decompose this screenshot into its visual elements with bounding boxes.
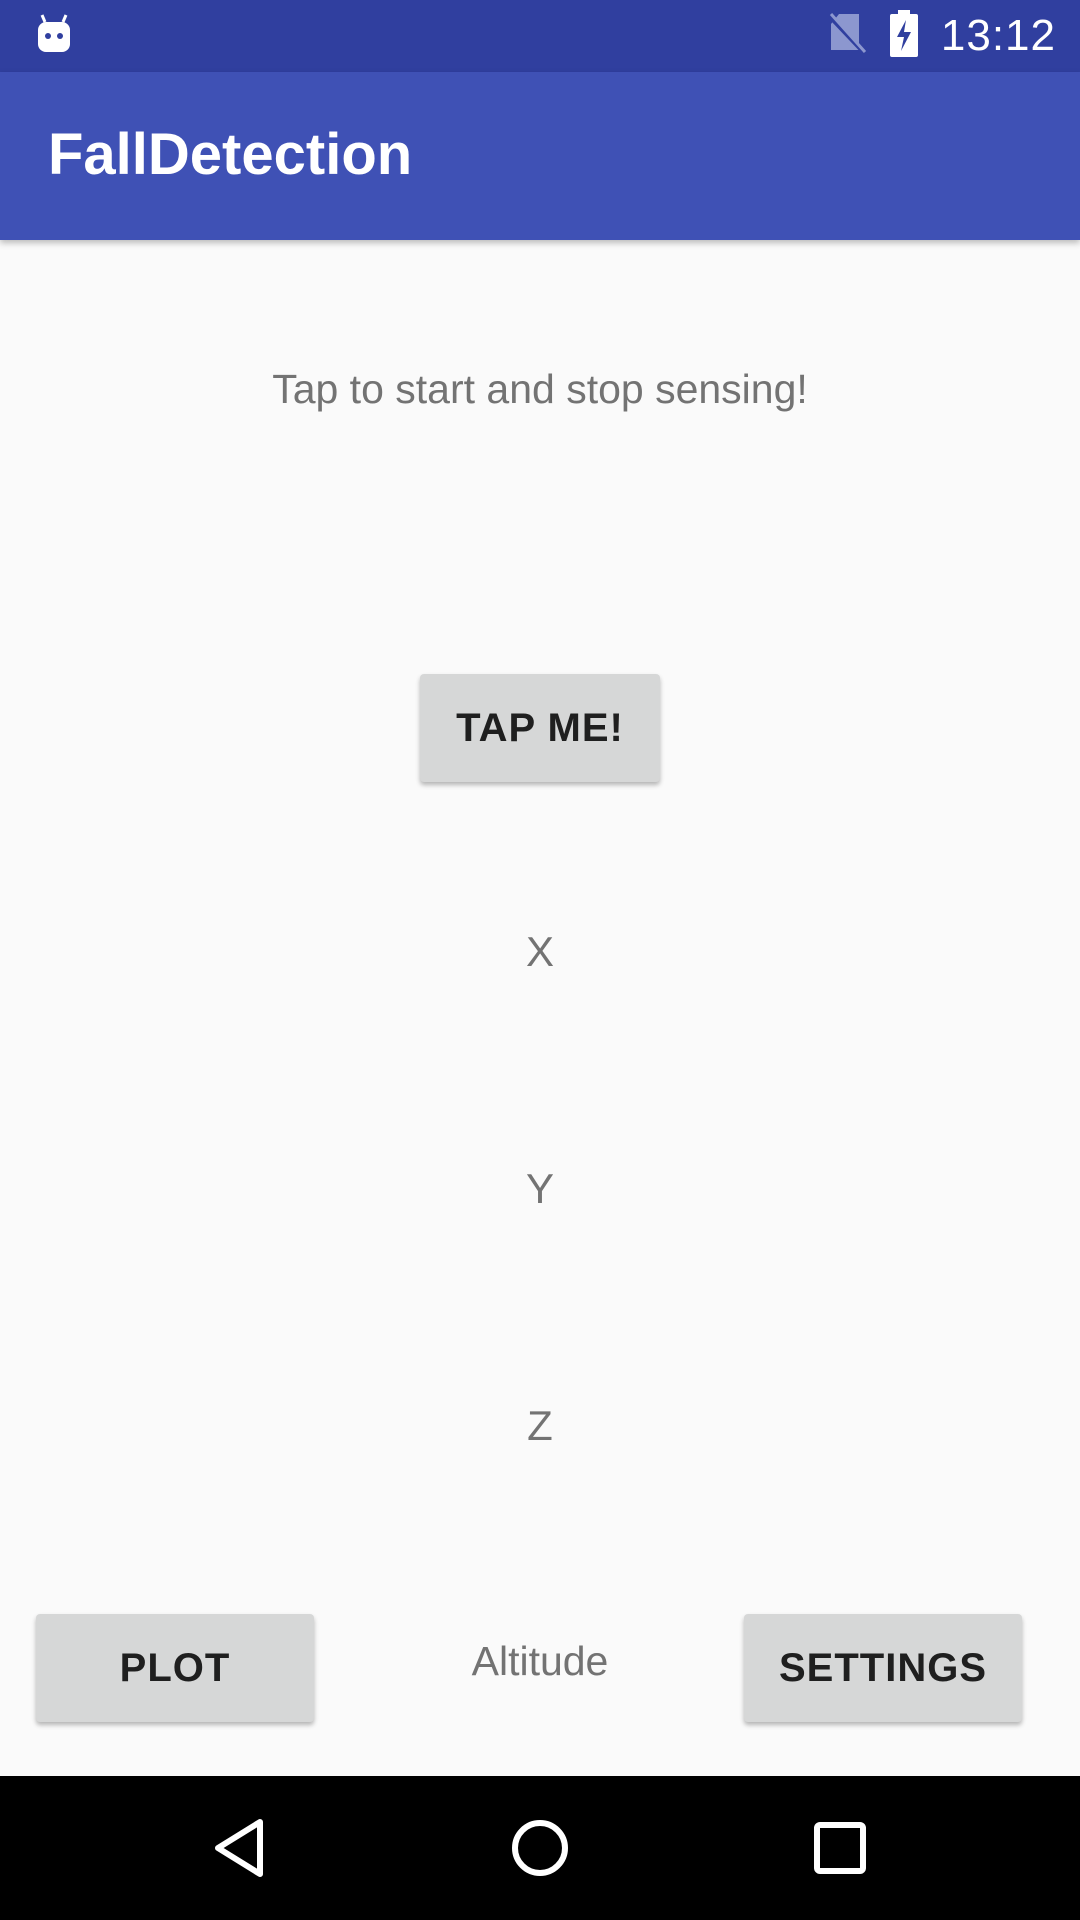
y-value-label: Y	[525, 1165, 554, 1212]
android-notification-icon	[36, 14, 72, 54]
status-icons: 13:12	[827, 0, 1056, 72]
back-icon[interactable]	[208, 1816, 272, 1880]
x-value-label: X	[525, 928, 554, 975]
battery-charging-icon	[889, 9, 919, 63]
plot-button[interactable]: PLOT	[36, 1614, 314, 1722]
app-bar: FallDetection	[0, 72, 1080, 240]
recents-icon[interactable]	[808, 1816, 872, 1880]
no-sim-icon	[827, 12, 867, 61]
status-bar: 13:12	[0, 0, 1080, 72]
altitude-label: Altitude	[471, 1638, 609, 1684]
status-time: 13:12	[940, 11, 1056, 60]
screen: 13:12 FallDetection Tap to start and sto…	[0, 0, 1080, 1920]
instruction-text: Tap to start and stop sensing!	[272, 366, 808, 412]
settings-button[interactable]: SETTINGS	[744, 1614, 1022, 1722]
navigation-bar	[0, 1776, 1080, 1920]
home-icon[interactable]	[508, 1816, 572, 1880]
tap-me-button[interactable]: TAP ME!	[420, 674, 660, 782]
app-title: FallDetection	[48, 122, 413, 187]
z-value-label: Z	[527, 1402, 553, 1449]
